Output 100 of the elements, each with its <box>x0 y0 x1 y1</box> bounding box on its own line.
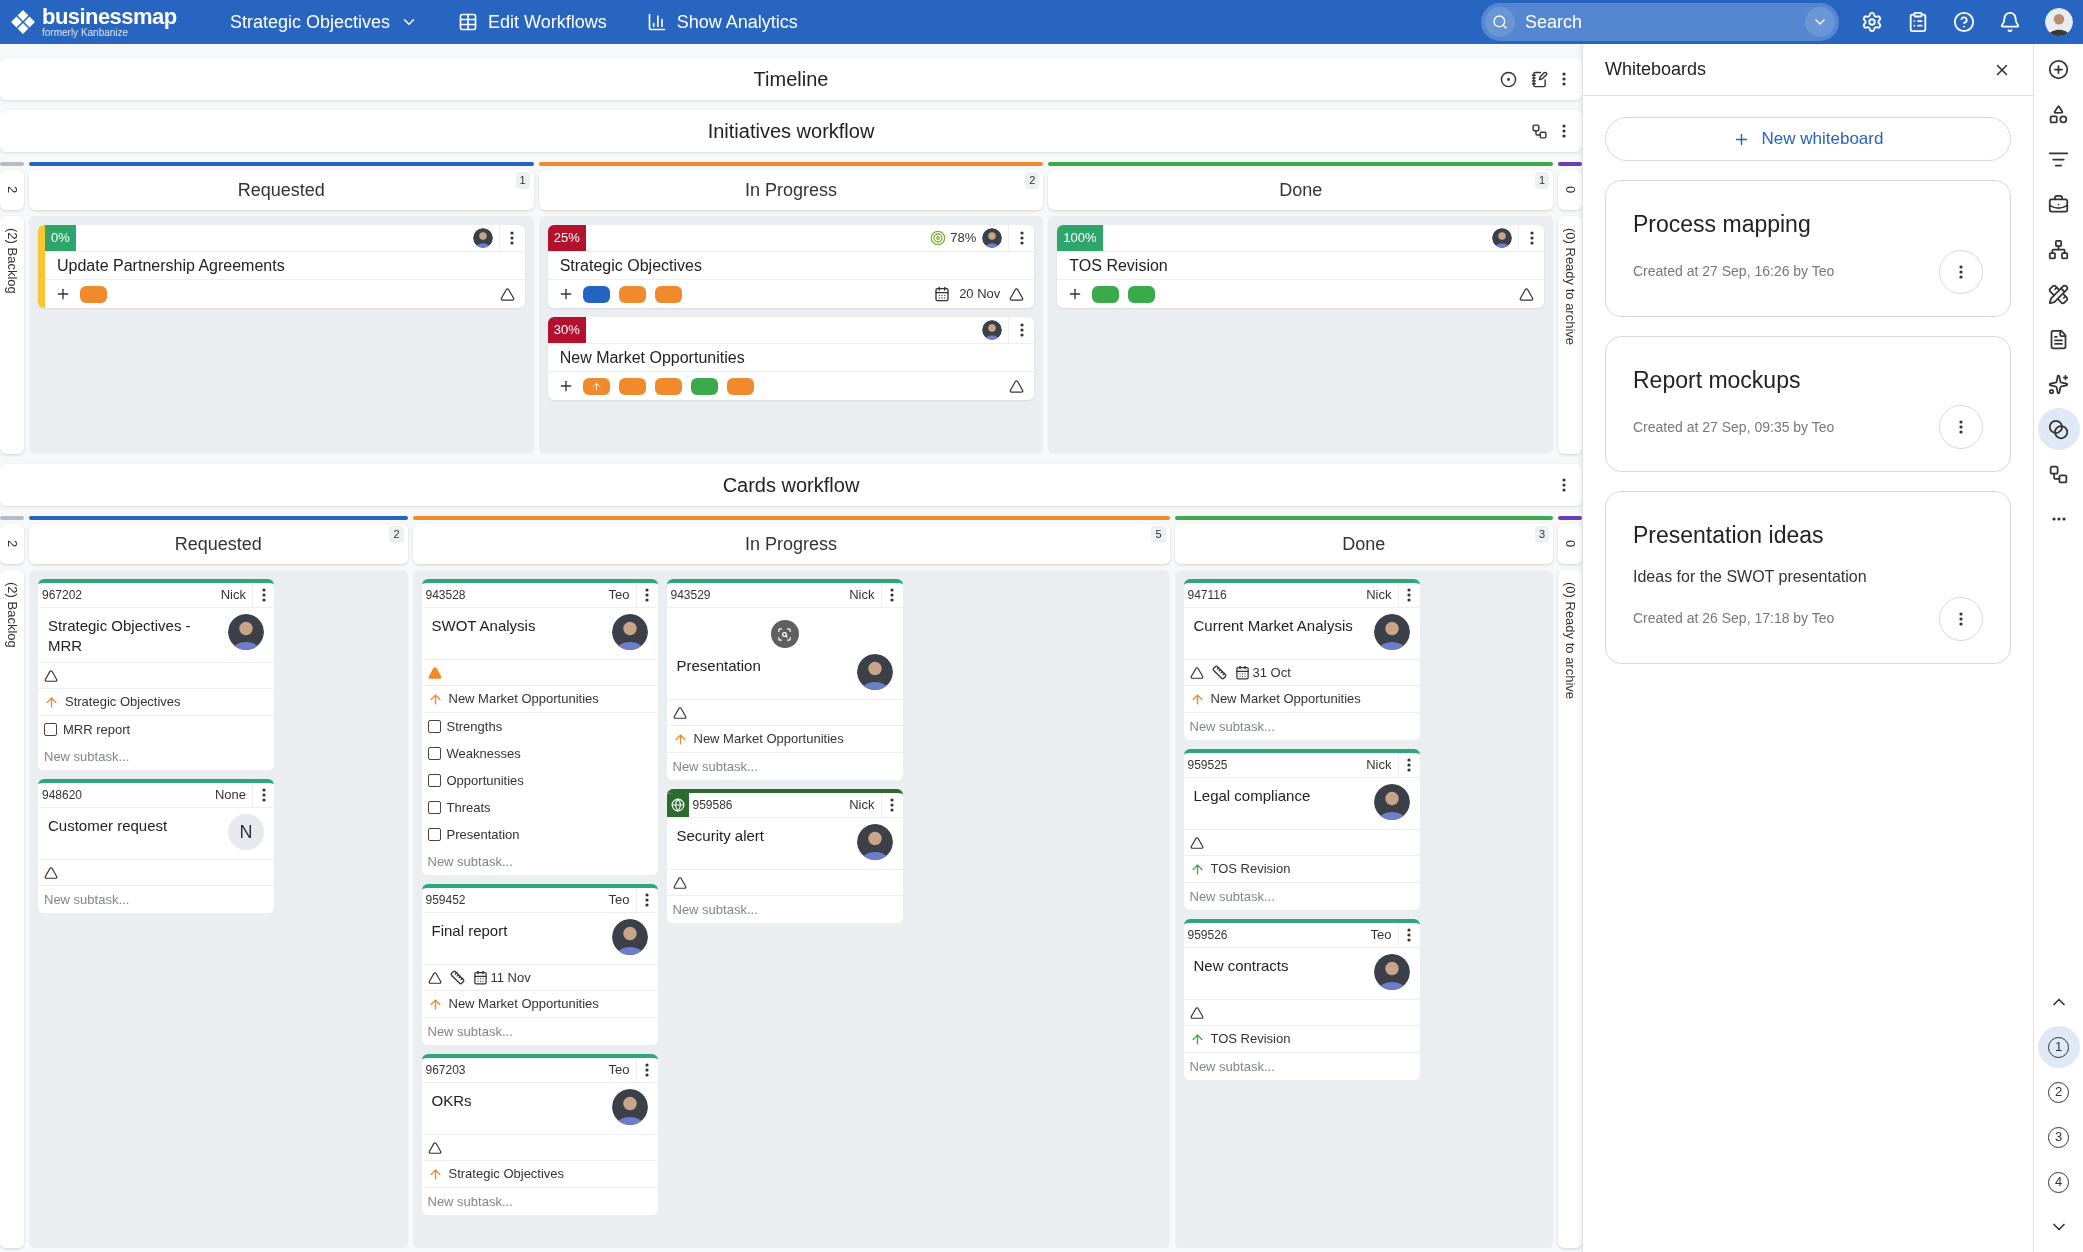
card-title: Presentation <box>676 656 761 676</box>
overlapping-circles-icon <box>2048 418 2069 440</box>
whiteboard-card[interactable]: Process mapping Created at 27 Sep, 16:26 by Teo <box>1605 180 2011 317</box>
page-button[interactable]: 2 <box>2037 1071 2080 1113</box>
task-card[interactable]: 943529 Nick Presentation New Market Opportunities New subtask... <box>666 579 903 780</box>
new-subtask-field[interactable]: New subtask... <box>421 1018 658 1045</box>
initiative-card[interactable]: 30% New Market Opportunities <box>547 317 1035 400</box>
triangle-icon[interactable] <box>1519 286 1534 302</box>
parent-link[interactable]: New Market Opportunities <box>1210 689 1361 709</box>
collapsed-column[interactable]: (0) Ready to archive <box>1558 570 1582 1248</box>
column-count: 0 <box>1561 186 1579 194</box>
triangle-icon[interactable] <box>1009 286 1025 302</box>
add-icon[interactable] <box>55 286 71 302</box>
task-card[interactable]: 959526 Teo New contracts TOS Revision New subtask... <box>1183 919 1420 1080</box>
task-card[interactable]: 947116 Nick Current Market Analysis 31 Oct New Market Opportunities New subtask... <box>1183 579 1420 740</box>
priority-icon[interactable] <box>1189 1005 1204 1020</box>
new-subtask-field[interactable]: New subtask... <box>1183 883 1420 910</box>
subtask-checkbox[interactable] <box>427 828 441 841</box>
subtask-checkbox[interactable] <box>427 774 441 787</box>
whiteboard-title: Process mapping <box>1633 210 1812 239</box>
priority-icon[interactable] <box>44 865 58 880</box>
collapsed-column[interactable]: (2) Backlog <box>0 216 24 454</box>
workflow-icon[interactable] <box>1531 122 1548 140</box>
new-subtask-field[interactable]: New subtask... <box>421 1188 658 1215</box>
new-subtask-field[interactable]: New subtask... <box>421 848 658 875</box>
priority-icon[interactable] <box>672 875 687 890</box>
task-card[interactable]: 959525 Nick Legal compliance TOS Revision New subtask... <box>1183 749 1420 910</box>
task-card[interactable]: 959586 Nick Security alert New subtask... <box>666 789 903 923</box>
new-subtask-field[interactable]: New subtask... <box>38 743 274 770</box>
subtask-checkbox[interactable] <box>44 723 57 736</box>
page-button[interactable]: 4 <box>2037 1161 2080 1203</box>
parent-link[interactable]: New Market Opportunities <box>448 689 599 709</box>
parent-link[interactable]: Strategic Objectives <box>448 1164 565 1184</box>
panel-title: Whiteboards <box>1605 58 1707 81</box>
card-owner: None <box>214 786 247 805</box>
nav-item[interactable]: Strategic Objectives <box>230 8 419 36</box>
nav-item[interactable]: Edit Workflows <box>458 8 607 36</box>
new-subtask-field[interactable]: New subtask... <box>1183 1053 1420 1080</box>
notifications-icon[interactable] <box>1999 11 2021 33</box>
priority-icon[interactable] <box>1189 835 1204 850</box>
initiative-card[interactable]: 100% TOS Revision <box>1057 225 1544 308</box>
more-icon <box>890 798 894 812</box>
task-card[interactable]: 967203 Teo OKRs Strategic Objectives New subtask... <box>421 1054 658 1215</box>
priority-icon[interactable] <box>44 668 58 683</box>
whiteboard-card[interactable]: Presentation ideas Ideas for the SWOT presentation Created at 26 Sep, 17:18 by Teo <box>1605 491 2011 664</box>
user-avatar[interactable] <box>2045 8 2073 36</box>
search-bar[interactable]: Search <box>1481 3 1839 41</box>
notes-icon[interactable] <box>1531 70 1548 88</box>
task-card[interactable]: 967202 Nick Strategic Objectives - MRR Strategic Objectives MRR report New subtask... <box>38 579 274 770</box>
tag[interactable] <box>1128 285 1156 303</box>
target-icon[interactable] <box>1500 70 1517 88</box>
parent-link[interactable]: TOS Revision <box>1210 1029 1291 1049</box>
card-id: 947116 <box>1186 587 1227 604</box>
more-icon <box>1562 72 1566 86</box>
card-id: 943529 <box>669 587 711 604</box>
task-card[interactable]: 943528 Teo SWOT Analysis New Market Opportunities Strengths Weaknesses Opportunities Threats Presentation New subtask... <box>421 579 658 875</box>
triangle-icon[interactable] <box>1009 378 1025 394</box>
task-card[interactable]: 959452 Teo Final report 11 Nov New Market Opportunities New subtask... <box>421 884 658 1045</box>
tag[interactable] <box>1092 285 1120 303</box>
parent-link[interactable]: New Market Opportunities <box>693 729 844 749</box>
tag[interactable] <box>690 377 718 395</box>
clipboard-icon[interactable] <box>1907 11 1929 33</box>
page-button[interactable]: 1 <box>2037 1026 2080 1068</box>
initiative-card[interactable]: 0% Update Partnership Agreements <box>38 225 525 308</box>
parent-link[interactable]: TOS Revision <box>1210 859 1291 879</box>
new-subtask-field[interactable]: New subtask... <box>1183 713 1420 740</box>
new-subtask-field[interactable]: New subtask... <box>666 753 903 780</box>
whiteboard-card[interactable]: Report mockups Created at 27 Sep, 09:35 by Teo <box>1605 335 2011 472</box>
initiative-card[interactable]: 25% 78% Strategic Objectives 20 Nov <box>547 225 1035 308</box>
search-icon <box>1492 14 1508 30</box>
card-owner: Nick <box>1366 756 1393 775</box>
card-title: Customer request <box>48 816 168 836</box>
subtask-label: Opportunities <box>446 771 524 790</box>
parent-link[interactable]: New Market Opportunities <box>448 994 599 1014</box>
parent-link[interactable]: Strategic Objectives <box>65 692 181 712</box>
collapsed-column-label: (2) Backlog <box>3 582 21 650</box>
settings-icon[interactable] <box>1861 11 1883 33</box>
tag[interactable] <box>582 285 610 303</box>
nav-item[interactable]: Show Analytics <box>646 8 798 36</box>
priority-icon[interactable] <box>672 705 687 720</box>
tool-button[interactable] <box>2037 408 2080 450</box>
card-id: 967203 <box>424 1062 466 1079</box>
search-field[interactable]: Search <box>1525 8 1795 36</box>
avatar <box>1373 784 1410 820</box>
task-card[interactable]: 948620 None Customer request N New subtask... <box>38 779 274 913</box>
card-owner: Teo <box>608 891 631 910</box>
subtask-checkbox[interactable] <box>427 747 441 760</box>
collapsed-column[interactable]: (0) Ready to archive <box>1558 216 1582 454</box>
priority-icon[interactable] <box>427 970 442 985</box>
help-icon[interactable] <box>1953 11 1975 33</box>
new-subtask-field[interactable]: New subtask... <box>666 896 903 923</box>
subtask-checkbox[interactable] <box>427 720 441 733</box>
triangle-icon[interactable] <box>499 286 515 302</box>
priority-icon[interactable] <box>1189 665 1204 680</box>
priority-icon[interactable] <box>427 1140 442 1155</box>
new-subtask-field[interactable]: New subtask... <box>38 886 274 913</box>
subtask-checkbox[interactable] <box>427 801 441 814</box>
collapsed-column[interactable]: (2) Backlog <box>0 570 24 1248</box>
page-button[interactable]: 3 <box>2037 1116 2080 1158</box>
avatar: N <box>228 814 264 850</box>
